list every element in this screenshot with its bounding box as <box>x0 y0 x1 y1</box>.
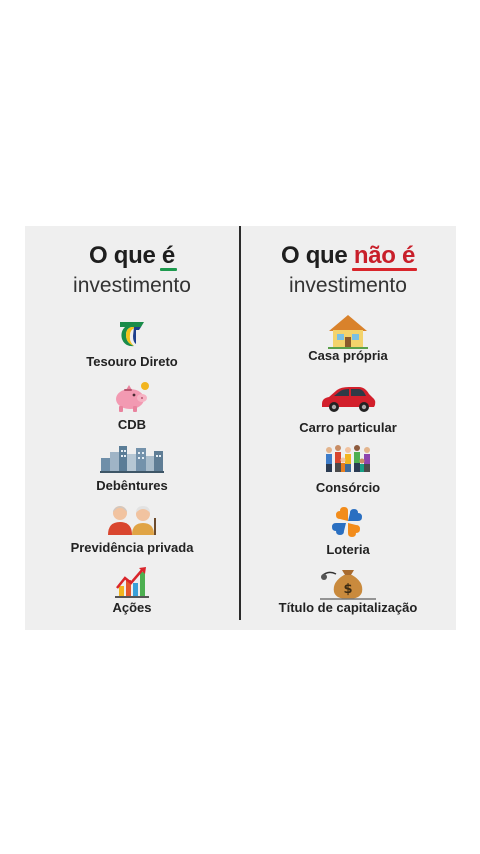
money-bag-icon: $ <box>320 570 376 600</box>
list-item-consorcio: Consórcio <box>241 444 455 504</box>
comparison-card: O que é investimento Tesouro Direto CDB … <box>25 226 456 630</box>
item-label: Carro particular <box>299 420 397 435</box>
item-label: Tesouro Direto <box>86 354 178 369</box>
city-buildings-icon <box>100 446 164 473</box>
heading-highlight: não é <box>351 242 418 271</box>
list-item-cdb: CDB <box>25 381 239 441</box>
list-item-previdencia-privada: Previdência privada <box>25 504 239 564</box>
item-label: Casa própria <box>308 348 388 363</box>
list-item-debentures: Debêntures <box>25 442 239 502</box>
people-group-icon <box>326 445 370 472</box>
list-item-loteria: Loteria <box>241 506 455 566</box>
investment-column: O que é investimento Tesouro Direto CDB … <box>25 226 239 630</box>
not-investment-subheading: investimento <box>289 274 407 297</box>
item-label: Título de capitalização <box>278 600 418 615</box>
not-investment-heading: O que não é <box>241 242 455 271</box>
lottery-clover-icon <box>332 507 362 537</box>
item-label: Previdência privada <box>70 540 194 555</box>
item-label: Ações <box>112 600 152 615</box>
item-label: Loteria <box>326 542 370 557</box>
investment-heading: O que é <box>25 242 239 271</box>
item-label: Debêntures <box>96 478 168 493</box>
investment-subheading: investimento <box>73 274 191 297</box>
list-item-tesouro-direto: Tesouro Direto <box>25 318 239 378</box>
item-label: CDB <box>117 417 147 432</box>
svg-text:$: $ <box>343 582 352 597</box>
heading-prefix: O que <box>89 242 156 269</box>
heading-highlight: é <box>159 242 178 271</box>
heading-prefix: O que <box>280 242 348 269</box>
list-item-carro-particular: Carro particular <box>241 384 455 444</box>
stock-chart-icon <box>115 567 149 598</box>
piggy-bank-icon <box>116 382 149 412</box>
item-label: Consórcio <box>315 480 381 495</box>
elderly-couple-icon <box>108 506 156 535</box>
list-item-titulo-de-capitalizacao: $ Título de capitalização <box>241 564 455 624</box>
not-investment-column: O que não é investimento Casa própria Ca… <box>241 226 455 630</box>
list-item-acoes: Ações <box>25 564 239 624</box>
car-icon <box>322 387 376 412</box>
tesouro-logo-icon <box>120 322 144 347</box>
list-item-casa-propria: Casa própria <box>241 312 455 372</box>
house-icon <box>328 315 368 349</box>
page: O que é investimento Tesouro Direto CDB … <box>0 0 480 854</box>
